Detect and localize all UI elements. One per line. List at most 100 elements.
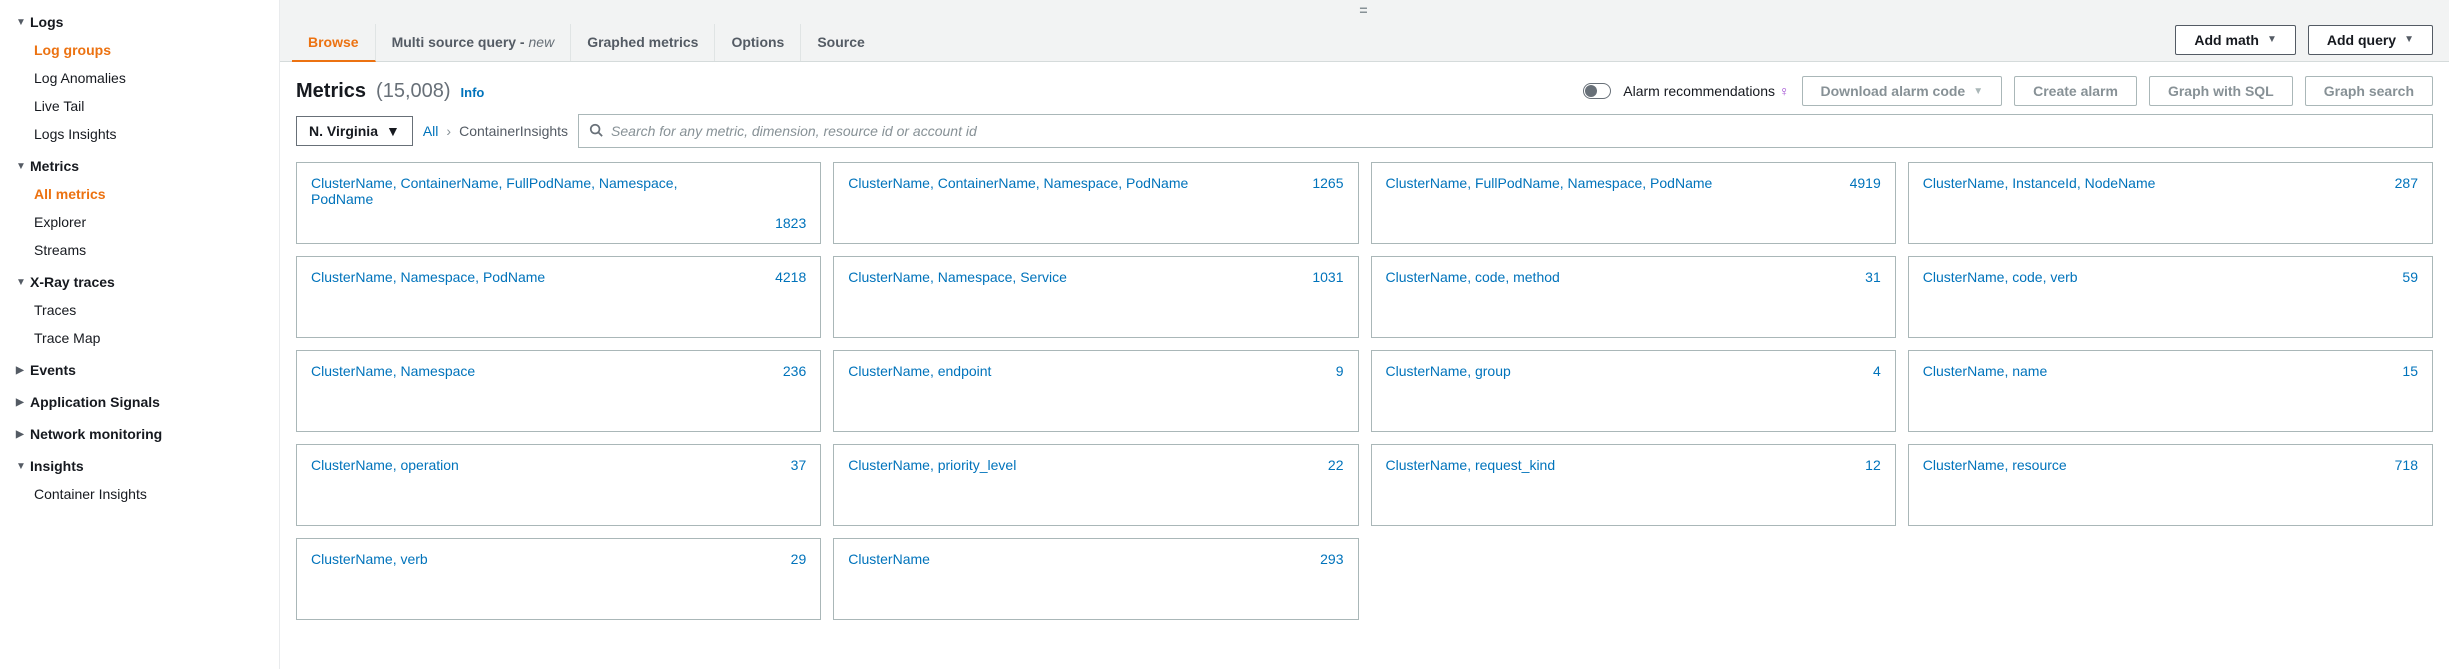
card-count: 293 [1320, 551, 1343, 567]
breadcrumb-current: ContainerInsights [459, 123, 568, 139]
nav-section-network-monitoring[interactable]: ▶Network monitoring [0, 420, 279, 448]
card-title: ClusterName, Namespace, Service [848, 269, 1244, 285]
nav-section-logs[interactable]: ▼Logs [0, 8, 279, 36]
caret-down-icon: ▼ [16, 277, 30, 288]
add-query-button[interactable]: Add query ▼ [2308, 25, 2433, 55]
nav-section-metrics[interactable]: ▼Metrics [0, 152, 279, 180]
metric-dimension-card[interactable]: ClusterName, priority_level 22 [833, 444, 1358, 526]
heading-row: Metrics (15,008) Info Alarm recommendati… [280, 62, 2449, 114]
card-count: 9 [1336, 363, 1344, 379]
nav-item-live-tail[interactable]: Live Tail [0, 92, 279, 120]
metric-dimension-card[interactable]: ClusterName, InstanceId, NodeName287 [1908, 162, 2433, 244]
nav-item-log-anomalies[interactable]: Log Anomalies [0, 64, 279, 92]
nav-item-logs-insights[interactable]: Logs Insights [0, 120, 279, 148]
metric-dimension-card[interactable]: ClusterName, code, method 31 [1371, 256, 1896, 338]
metric-dimension-card[interactable]: ClusterName, ContainerName, FullPodName,… [296, 162, 821, 244]
card-title: ClusterName, request_kind [1386, 457, 1782, 473]
page-title: Metrics [296, 80, 366, 103]
metric-dimension-card[interactable]: ClusterName, request_kind 12 [1371, 444, 1896, 526]
card-title: ClusterName, Namespace [311, 363, 707, 379]
card-title: ClusterName, ContainerName, Namespace, P… [848, 175, 1244, 191]
add-math-button[interactable]: Add math ▼ [2175, 25, 2295, 55]
nav-section-label: Application Signals [30, 394, 160, 410]
panel-drag-handle[interactable]: = [280, 0, 2449, 20]
nav-section-label: Network monitoring [30, 426, 162, 442]
lightbulb-icon: ♀ [1779, 83, 1790, 99]
search-box[interactable] [578, 114, 2433, 148]
main-panel: = Browse Multi source query - new Graphe… [280, 0, 2449, 669]
metric-dimension-card[interactable]: ClusterName, endpoint9 [833, 350, 1358, 432]
create-alarm-button[interactable]: Create alarm [2014, 76, 2137, 106]
graph-with-sql-button[interactable]: Graph with SQL [2149, 76, 2293, 106]
metric-dimension-card[interactable]: ClusterName, FullPodName, Namespace, Pod… [1371, 162, 1896, 244]
card-title: ClusterName, code, method [1386, 269, 1782, 285]
metric-dimension-card[interactable]: ClusterName293 [833, 538, 1358, 620]
download-alarm-code-button[interactable]: Download alarm code ▼ [1802, 76, 2003, 106]
metric-dimension-card[interactable]: ClusterName, ContainerName, Namespace, P… [833, 162, 1358, 244]
add-query-label: Add query [2327, 32, 2396, 48]
card-title: ClusterName, Namespace, PodName [311, 269, 707, 285]
region-selector[interactable]: N. Virginia ▼ [296, 116, 413, 146]
nav-item-log-groups[interactable]: Log groups [0, 36, 279, 64]
card-count: 4919 [1850, 175, 1881, 191]
tab-multi-source[interactable]: Multi source query - new [376, 24, 572, 61]
tab-bar: Browse Multi source query - new Graphed … [280, 20, 2449, 62]
nav-section-x-ray-traces[interactable]: ▼X-Ray traces [0, 268, 279, 296]
caret-right-icon: ▶ [16, 397, 30, 408]
metric-dimension-card[interactable]: ClusterName, Namespace 236 [296, 350, 821, 432]
card-title: ClusterName, name [1923, 363, 2319, 379]
nav-item-trace-map[interactable]: Trace Map [0, 324, 279, 352]
nav-item-traces[interactable]: Traces [0, 296, 279, 324]
metric-dimension-card[interactable]: ClusterName, code, verb59 [1908, 256, 2433, 338]
metric-dimension-card[interactable]: ClusterName, group 4 [1371, 350, 1896, 432]
card-count: 1265 [1312, 175, 1343, 191]
graph-search-button[interactable]: Graph search [2305, 76, 2433, 106]
metric-dimension-card[interactable]: ClusterName, Namespace, Service 1031 [833, 256, 1358, 338]
download-alarm-code-label: Download alarm code [1821, 83, 1966, 99]
metric-dimension-card[interactable]: ClusterName, operation37 [296, 444, 821, 526]
card-count: 236 [783, 363, 806, 379]
card-count: 59 [2402, 269, 2418, 285]
add-math-label: Add math [2194, 32, 2259, 48]
metric-dimension-card[interactable]: ClusterName, resource718 [1908, 444, 2433, 526]
metric-dimension-card[interactable]: ClusterName, name 15 [1908, 350, 2433, 432]
nav-section-insights[interactable]: ▼Insights [0, 452, 279, 480]
card-count: 12 [1865, 457, 1881, 473]
nav-item-explorer[interactable]: Explorer [0, 208, 279, 236]
tab-options[interactable]: Options [715, 24, 801, 61]
nav-section-label: Logs [30, 14, 63, 30]
card-count: 4218 [775, 269, 806, 285]
card-count: 1823 [775, 215, 806, 231]
nav-section-label: Events [30, 362, 76, 378]
card-title: ClusterName, priority_level [848, 457, 1244, 473]
nav-item-container-insights[interactable]: Container Insights [0, 480, 279, 508]
card-count: 15 [2402, 363, 2418, 379]
card-count: 31 [1865, 269, 1881, 285]
card-count: 718 [2395, 457, 2418, 473]
search-input[interactable] [611, 123, 2422, 139]
caret-down-icon: ▼ [386, 123, 400, 139]
card-title: ClusterName, group [1386, 363, 1782, 379]
tab-source[interactable]: Source [801, 24, 880, 61]
metrics-count: (15,008) [376, 80, 451, 103]
tab-new-badge: new [529, 34, 555, 50]
card-title: ClusterName, verb [311, 551, 707, 567]
nav-section-events[interactable]: ▶Events [0, 356, 279, 384]
alarm-recommendations-toggle[interactable] [1583, 83, 1611, 99]
region-label: N. Virginia [309, 123, 378, 139]
sidebar: ▼LogsLog groupsLog AnomaliesLive TailLog… [0, 0, 280, 669]
breadcrumb-all[interactable]: All [423, 123, 439, 139]
caret-down-icon: ▼ [2267, 34, 2277, 45]
nav-section-application-signals[interactable]: ▶Application Signals [0, 388, 279, 416]
card-count: 22 [1328, 457, 1344, 473]
metric-dimension-card[interactable]: ClusterName, verb29 [296, 538, 821, 620]
nav-item-all-metrics[interactable]: All metrics [0, 180, 279, 208]
card-count: 1031 [1312, 269, 1343, 285]
metric-dimension-card[interactable]: ClusterName, Namespace, PodName 4218 [296, 256, 821, 338]
filter-row: N. Virginia ▼ All › ContainerInsights [280, 114, 2449, 162]
nav-item-streams[interactable]: Streams [0, 236, 279, 264]
tab-graphed-metrics[interactable]: Graphed metrics [571, 24, 715, 61]
tab-browse[interactable]: Browse [292, 24, 376, 62]
info-link[interactable]: Info [461, 85, 485, 100]
card-count: 4 [1873, 363, 1881, 379]
